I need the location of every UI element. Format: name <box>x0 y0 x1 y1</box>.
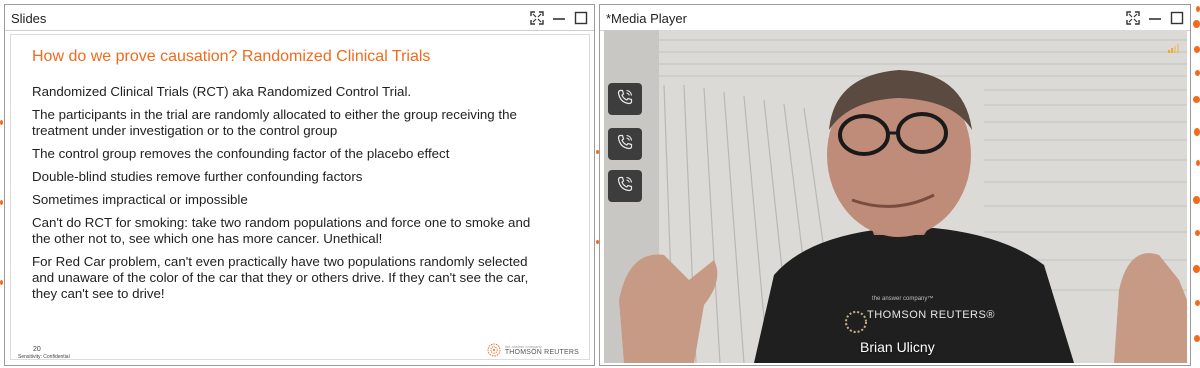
expand-icon[interactable] <box>530 10 544 25</box>
media-pane-title: *Media Player <box>606 11 687 26</box>
call-button-1[interactable] <box>608 83 642 115</box>
slide-bullet: Sometimes impractical or impossible <box>32 192 248 207</box>
brand-footer: the answer company THOMSON REUTERS <box>487 343 579 357</box>
slide-bullet: The control group removes the confoundin… <box>32 146 450 161</box>
video-feed[interactable]: the answer company™ THOMSON REUTERS® Bri… <box>604 30 1187 363</box>
shirt-tagline: the answer company™ <box>872 296 934 302</box>
media-titlebar: *Media Player <box>600 5 1190 31</box>
slide-bullet-list: Randomized Clinical Trials (RCT) aka Ran… <box>32 84 552 309</box>
brand-name: THOMSON REUTERS <box>504 349 579 356</box>
slides-titlebar: Slides <box>5 5 594 31</box>
slides-window-controls <box>530 9 588 26</box>
slide-number: 20 <box>33 346 41 353</box>
maximize-icon[interactable] <box>574 11 588 25</box>
slides-pane: Slides How do we prove causation? Random… <box>4 4 595 366</box>
slide-bullet: The participants in the trial are random… <box>32 107 517 138</box>
minimize-icon[interactable] <box>1148 11 1162 25</box>
maximize-icon[interactable] <box>1170 11 1184 25</box>
call-button-3[interactable] <box>608 170 642 202</box>
thomson-reuters-logo-icon <box>487 343 501 357</box>
slide-bullet: Double-blind studies remove further conf… <box>32 169 363 184</box>
signal-strength-icon <box>1168 44 1179 53</box>
phone-icon <box>616 88 634 111</box>
call-button-2[interactable] <box>608 128 642 160</box>
speaker-name-label: Brian Ulicny <box>860 339 935 355</box>
phone-icon <box>616 175 634 198</box>
slide-canvas: How do we prove causation? Randomized Cl… <box>10 34 590 360</box>
slide-heading: How do we prove causation? Randomized Cl… <box>32 48 431 65</box>
media-player-pane: *Media Player the answer company™ THOMSO… <box>599 4 1191 366</box>
expand-icon[interactable] <box>1126 10 1140 25</box>
sensitivity-label: Sensitivity: Confidential <box>18 354 70 360</box>
minimize-icon[interactable] <box>552 11 566 25</box>
shirt-brand: THOMSON REUTERS® <box>867 309 995 321</box>
slide-bullet: Randomized Clinical Trials (RCT) aka Ran… <box>32 84 412 99</box>
slide-bullet: For Red Car problem, can't even practica… <box>32 254 529 301</box>
media-window-controls <box>1126 9 1184 26</box>
slides-pane-title: Slides <box>11 11 47 26</box>
slide-bullet: Can't do RCT for smoking: take two rando… <box>32 215 531 246</box>
phone-icon <box>616 133 634 156</box>
